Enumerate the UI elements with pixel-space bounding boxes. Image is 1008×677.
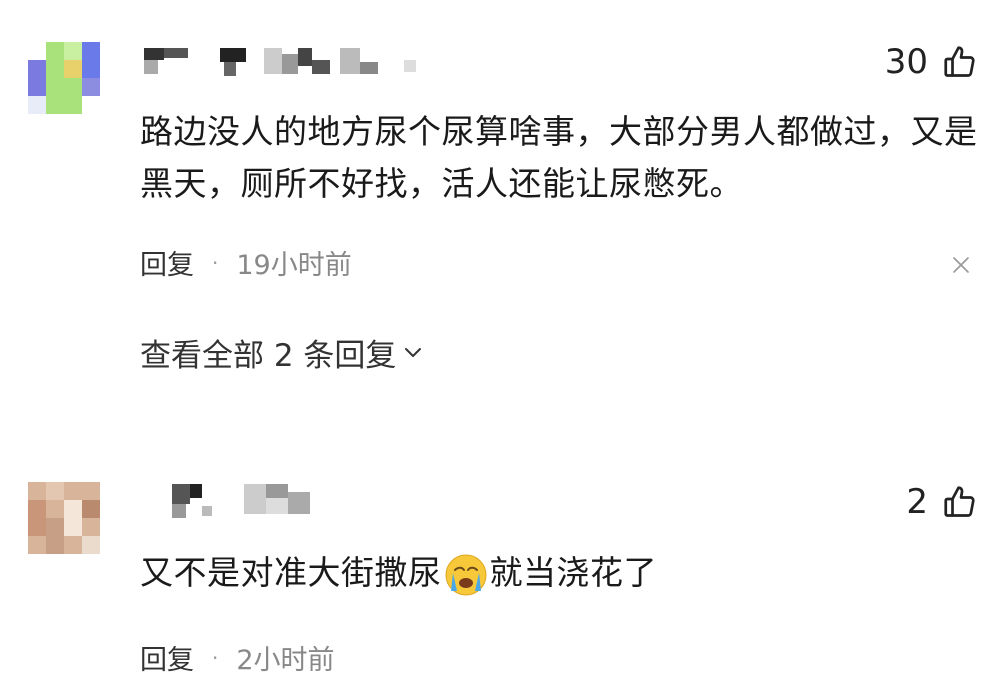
comment-2: 2 又不是对准大街撒尿 就当浇花了 回复 · 2小时前: [0, 460, 1008, 676]
reply-button[interactable]: 回复: [140, 243, 194, 282]
comment-meta: 回复 · 2小时前: [140, 638, 335, 677]
crying-face-icon: [444, 553, 488, 597]
timestamp: 2小时前: [236, 645, 335, 676]
username-pixelated[interactable]: [140, 482, 330, 522]
like-group: 2: [906, 482, 978, 522]
separator-dot: ·: [212, 645, 219, 670]
timestamp: 19小时前: [236, 250, 352, 281]
like-count: 30: [884, 42, 928, 82]
close-icon[interactable]: [952, 256, 970, 278]
reply-button[interactable]: 回复: [140, 638, 194, 677]
comment-1: 30 路边没人的地方尿个尿算啥事，大部分男人都做过，又是黑天，厕所不好找，活人还…: [0, 0, 1008, 400]
thumbs-up-icon[interactable]: [942, 484, 978, 520]
avatar[interactable]: [28, 42, 100, 114]
separator-dot: ·: [212, 250, 219, 275]
thumbs-up-icon[interactable]: [942, 44, 978, 80]
comment-meta: 回复 · 19小时前: [140, 243, 352, 282]
view-all-replies-link[interactable]: 查看全部 2 条回复: [140, 330, 424, 375]
comment-text: 又不是对准大街撒尿 就当浇花了: [140, 547, 985, 599]
like-count: 2: [906, 482, 928, 522]
view-replies-label: 查看全部 2 条回复: [140, 338, 397, 374]
comment-text-before: 又不是对准大街撒尿: [140, 553, 442, 592]
avatar[interactable]: [28, 482, 100, 554]
username-pixelated[interactable]: [140, 42, 430, 82]
comment-text: 路边没人的地方尿个尿算啥事，大部分男人都做过，又是黑天，厕所不好找，活人还能让尿…: [140, 112, 978, 203]
comment-text-after: 就当浇花了: [489, 553, 657, 592]
chevron-down-icon: [402, 335, 424, 371]
like-group: 30: [885, 42, 978, 82]
